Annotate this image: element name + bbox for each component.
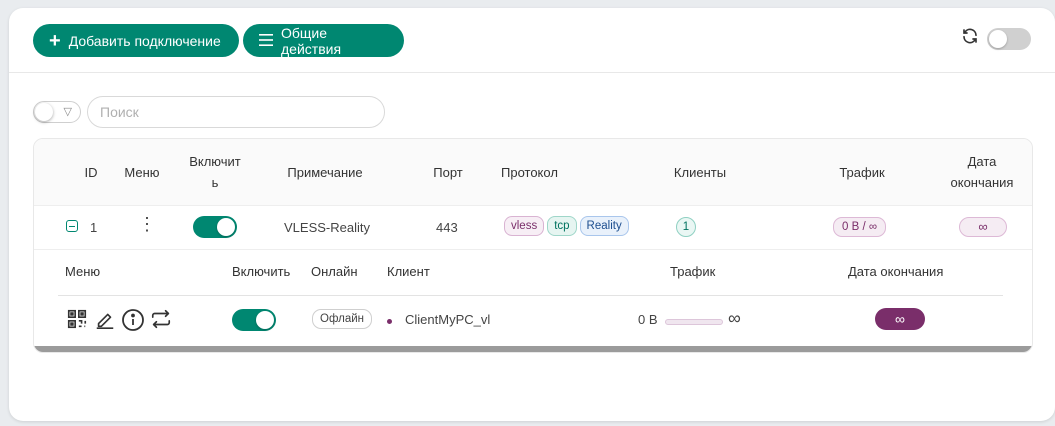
qrcode-icon[interactable]	[66, 308, 90, 332]
more-vertical-icon[interactable]: ⋮	[138, 215, 156, 233]
inbounds-table: ID Меню Включить Примечание Порт Протоко…	[33, 138, 1033, 353]
column-menu: Меню	[124, 165, 160, 180]
row-port: 443	[436, 220, 458, 235]
traffic-badge: 0 В / ∞	[833, 217, 887, 237]
card-header: + Добавить подключение Общие действия	[9, 8, 1055, 73]
client-enable-toggle[interactable]	[232, 309, 276, 331]
refresh-icon[interactable]	[961, 27, 979, 50]
column-expiry: Дата окончания	[950, 154, 1014, 190]
filter-toggle[interactable]: ▽	[33, 101, 81, 123]
toggle-knob	[35, 103, 53, 121]
plus-icon: +	[49, 29, 61, 52]
column-id: ID	[84, 165, 98, 180]
toggle-knob	[989, 29, 1007, 48]
expiry-badge: ∞	[959, 217, 1007, 237]
toggle-knob	[217, 218, 235, 236]
tag-vless: vless	[504, 216, 545, 236]
traffic-cell: 0 В / ∞	[833, 217, 887, 237]
column-remark: Примечание	[287, 165, 363, 180]
table-scrollbar[interactable]	[34, 346, 1032, 352]
search-input[interactable]	[87, 96, 385, 128]
online-status-badge: Офлайн	[312, 309, 373, 329]
protocol-tags: vless tcp Reality	[504, 216, 632, 236]
clients-subtable: Меню Включить Онлайн Клиент Трафик Дата …	[34, 250, 1032, 345]
general-actions-label: Общие действия	[281, 24, 342, 57]
column-clients: Клиенты	[673, 165, 727, 180]
clients-count[interactable]: 1	[676, 217, 696, 237]
row-remark: VLESS-Reality	[284, 220, 370, 235]
collapse-icon[interactable]	[66, 220, 78, 232]
client-traffic-used: 0 В	[638, 312, 658, 327]
column-traffic: Трафик	[839, 165, 885, 180]
reset-traffic-icon[interactable]	[150, 308, 174, 332]
client-traffic-total: ∞	[728, 308, 741, 328]
traffic-progress-bar	[665, 319, 723, 325]
inbounds-card: + Добавить подключение Общие действия ▽	[9, 8, 1055, 421]
tag-reality: Reality	[579, 216, 629, 236]
sub-column-client: Клиент	[387, 264, 430, 279]
sub-column-traffic: Трафик	[670, 264, 716, 279]
sub-column-menu: Меню	[65, 264, 101, 279]
header-right-controls	[961, 27, 1031, 50]
auto-refresh-toggle[interactable]	[987, 27, 1031, 50]
client-row[interactable]: Офлайн ClientMyPC_vl 0 В ∞ ∞	[58, 296, 1003, 343]
expiry-cell: ∞	[959, 217, 1007, 237]
sub-column-online: Онлайн	[311, 264, 358, 279]
toggle-knob	[256, 311, 274, 329]
table-row[interactable]: 1 ⋮ VLESS-Reality 443 vless tcp Reality 1 …	[34, 205, 1032, 250]
sub-column-expiry: Дата окончания	[848, 264, 944, 279]
client-name: ClientMyPC_vl	[405, 312, 491, 327]
funnel-icon: ▽	[63, 106, 72, 118]
add-inbound-label: Добавить подключение	[68, 32, 221, 49]
clients-subtable-header: Меню Включить Онлайн Клиент Трафик Дата …	[58, 250, 1003, 296]
tag-tcp: tcp	[547, 216, 577, 236]
clients-count-badge: 1	[676, 217, 696, 237]
column-enable: Включить	[189, 154, 241, 190]
edit-icon[interactable]	[94, 308, 118, 332]
filter-row: ▽	[33, 96, 385, 128]
client-expiry-badge: ∞	[875, 308, 925, 330]
table-header: ID Меню Включить Примечание Порт Протоко…	[34, 139, 1032, 206]
sub-column-enable: Включить	[232, 264, 291, 279]
inbound-enable-toggle[interactable]	[193, 216, 237, 238]
column-protocol: Протокол	[501, 165, 558, 180]
general-actions-button[interactable]: Общие действия	[243, 24, 404, 57]
column-port: Порт	[433, 165, 463, 180]
menu-icon	[259, 33, 273, 49]
add-inbound-button[interactable]: + Добавить подключение	[33, 24, 239, 57]
row-id: 1	[90, 220, 98, 235]
client-status-dot	[387, 319, 392, 324]
info-icon[interactable]	[121, 308, 145, 332]
